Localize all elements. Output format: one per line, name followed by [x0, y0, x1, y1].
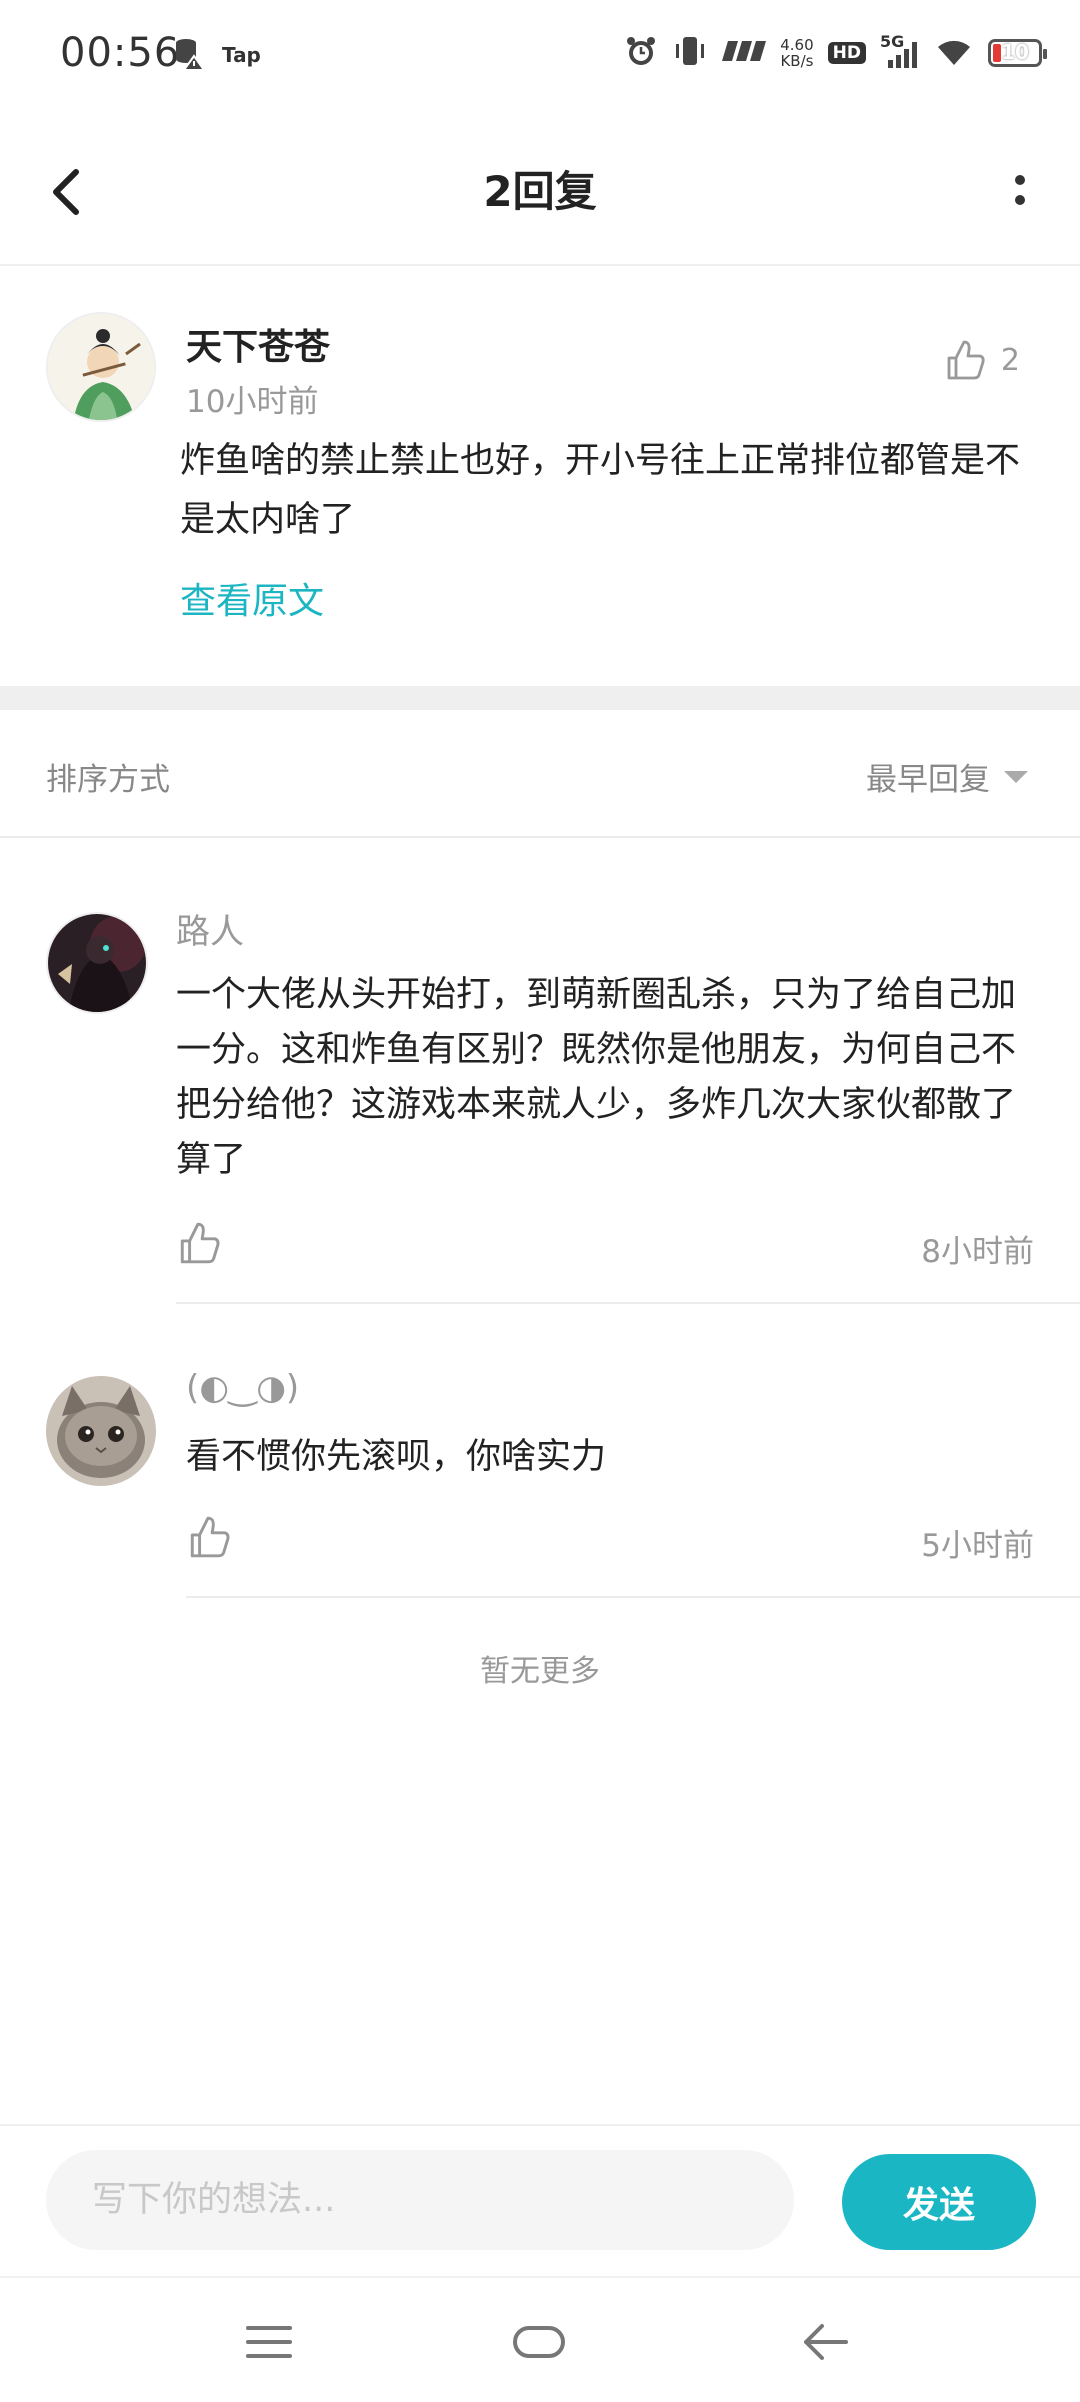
sort-dropdown[interactable]: 最早回复	[866, 754, 1028, 799]
sort-bar: 排序方式 最早回复	[0, 710, 1080, 838]
send-button[interactable]: 发送	[842, 2154, 1036, 2250]
hd-icon: HD	[827, 42, 866, 64]
reply-item: 路人 一个大佬从头开始打，到萌新圈乱杀，只为了给自己加一分。这和炸鱼有区别？既然…	[0, 838, 1080, 1304]
like-count: 2	[1000, 342, 1020, 378]
top-app-bar: 2回复	[0, 118, 1080, 266]
like-button[interactable]: 2	[943, 338, 1020, 382]
system-nav-bar	[0, 2276, 1080, 2402]
reply-item: (◐‿◑) 看不惯你先滚呗，你啥实力 5小时前	[0, 1306, 1080, 1600]
like-button[interactable]	[176, 1220, 222, 1266]
status-right-icons: 4.60 KB/s HD 5G 10	[624, 32, 1047, 72]
alarm-icon	[624, 34, 658, 72]
thumbs-up-icon	[947, 340, 985, 380]
comment-body: 炸鱼啥的禁止禁止也好，开小号往上正常排位都管是不是太内啥了	[180, 441, 1021, 540]
post-time: 10小时前	[186, 384, 319, 420]
reply-time: 5小时前	[921, 1528, 1034, 1564]
no-more-text: 暂无更多	[480, 1654, 600, 1689]
reply-author[interactable]: 路人	[176, 904, 244, 953]
vibrate-icon	[672, 34, 708, 72]
tap-app-icon: Tap	[222, 43, 261, 67]
section-divider	[0, 686, 1080, 710]
arrow-left-icon	[804, 2324, 848, 2360]
original-comment: 天下苍苍 10小时前 2 炸鱼啥的禁止禁止也好，开小号往上正常排位都管是不是太内…	[0, 266, 1080, 686]
status-time: 00:56	[60, 30, 181, 76]
reply-divider	[176, 1302, 1080, 1304]
signal-icon: 5G	[880, 32, 920, 70]
menu-icon	[246, 2326, 292, 2358]
status-left-icons: Tap	[172, 36, 261, 74]
home-icon	[513, 2326, 565, 2358]
comment-input-bar: 发送	[0, 2124, 1080, 2276]
wifi-icon	[934, 35, 974, 71]
comment-input[interactable]	[46, 2150, 794, 2250]
view-original-link[interactable]: 查看原文	[180, 572, 324, 624]
home-button[interactable]	[504, 2312, 574, 2372]
battery-icon: 10	[988, 39, 1047, 67]
sort-label: 排序方式	[46, 762, 170, 798]
system-back-button[interactable]	[790, 2312, 860, 2372]
thumbs-up-icon	[190, 1516, 230, 1558]
storage-icon	[172, 36, 206, 74]
sort-value: 最早回复	[866, 762, 990, 798]
more-options-button[interactable]	[990, 158, 1050, 224]
author-name[interactable]: 天下苍苍	[186, 318, 330, 370]
like-button[interactable]	[186, 1514, 232, 1560]
reply-body: 一个大佬从头开始打，到萌新圈乱杀，只为了给自己加一分。这和炸鱼有区别？既然你是他…	[176, 975, 1017, 1180]
page-title: 2回复	[483, 167, 597, 216]
caret-down-icon	[1004, 770, 1028, 783]
more-vertical-icon	[1015, 175, 1025, 205]
status-bar: 00:56 Tap 4.60 KB/s HD 5G 10	[0, 0, 1080, 118]
reply-time: 8小时前	[921, 1234, 1034, 1270]
menu-button[interactable]	[234, 2312, 304, 2372]
reply-author[interactable]: (◐‿◑)	[186, 1368, 299, 1408]
avatar[interactable]	[46, 912, 148, 1014]
net-speed: 4.60 KB/s	[780, 36, 814, 70]
nfc-speed-icon	[722, 37, 767, 69]
reply-body: 看不惯你先滚呗，你啥实力	[186, 1437, 607, 1477]
thumbs-up-icon	[180, 1222, 220, 1264]
avatar[interactable]	[46, 1376, 156, 1486]
avatar[interactable]	[46, 312, 156, 422]
reply-divider	[186, 1596, 1080, 1598]
